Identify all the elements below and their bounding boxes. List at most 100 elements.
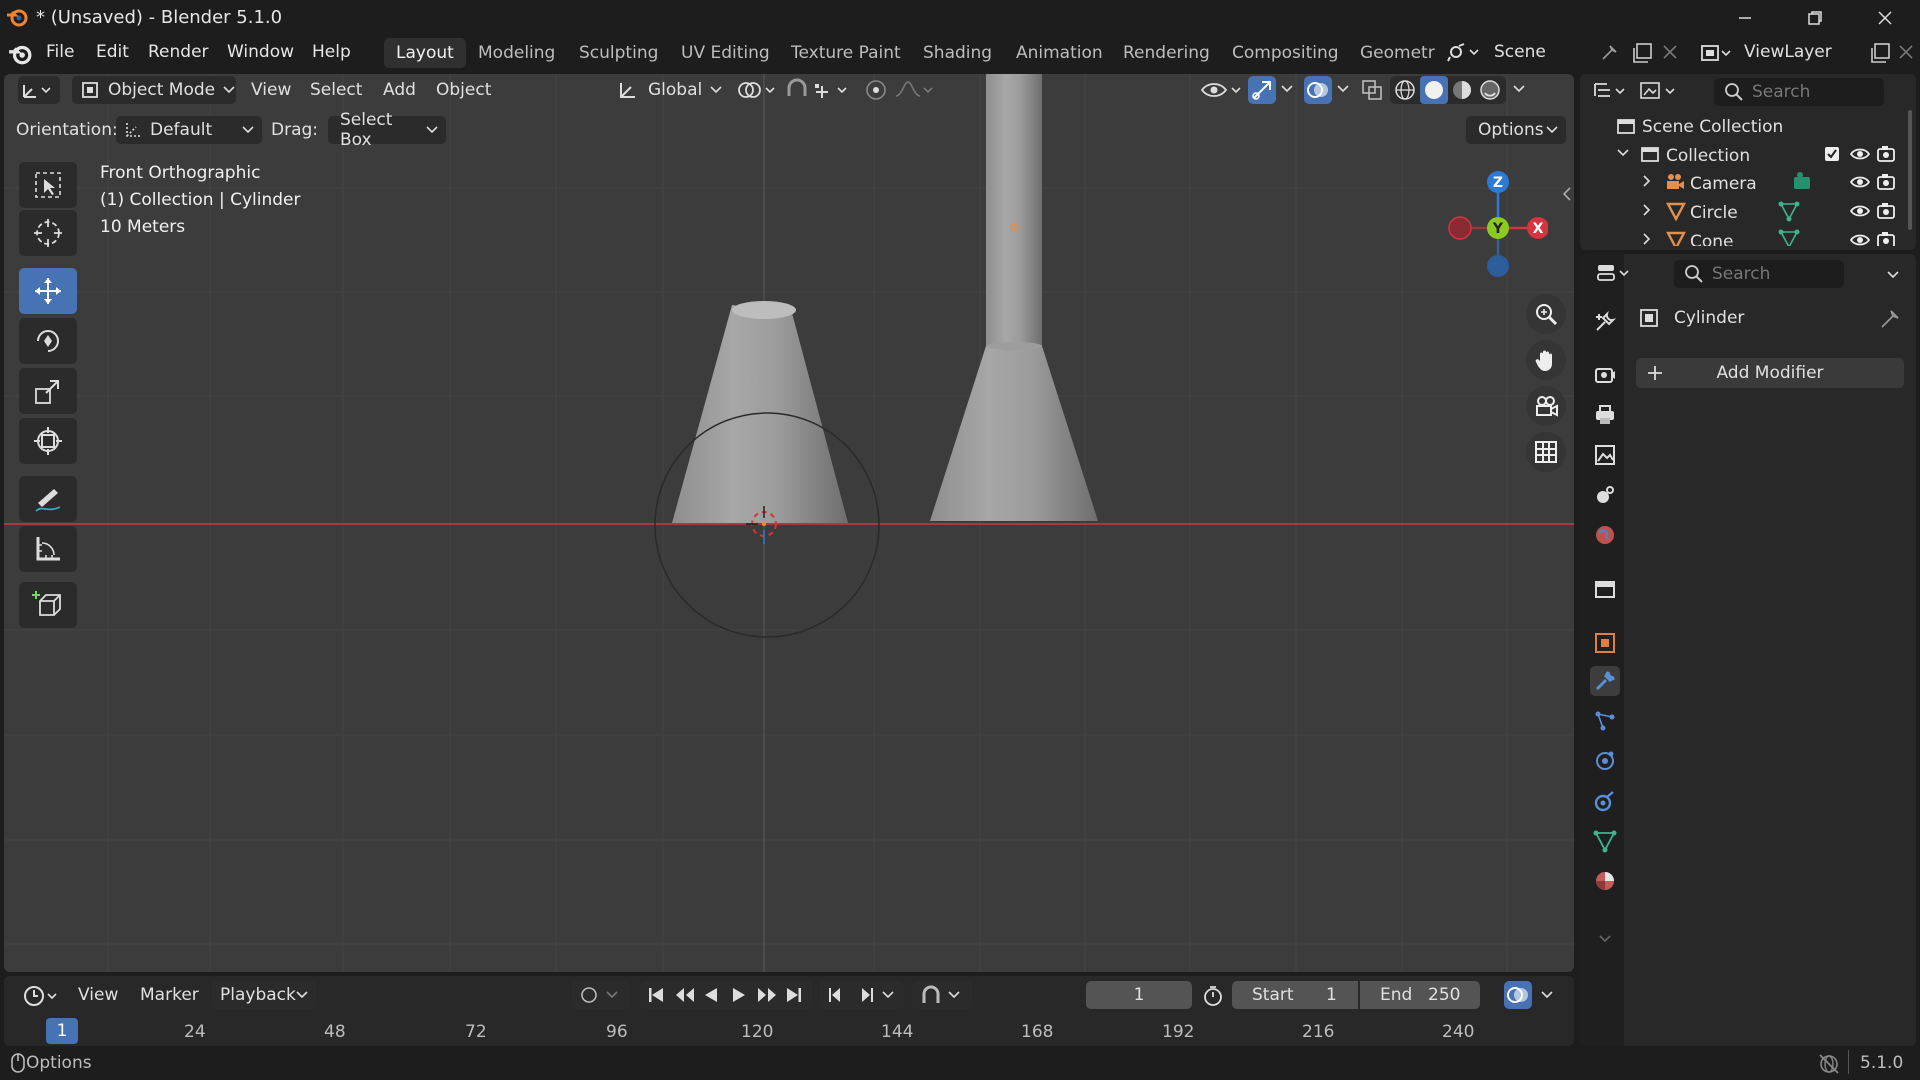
timeline-playback-dropdown[interactable]: Playback [212, 981, 316, 1009]
snap-target-icon[interactable] [812, 78, 852, 102]
render-camera-icon[interactable] [1876, 145, 1896, 163]
eye-icon[interactable] [1850, 174, 1870, 190]
jump-to-keyframe-back-icon[interactable] [674, 986, 696, 1004]
navigation-gizmo[interactable]: Z Y X [1438, 162, 1548, 282]
cone-stem[interactable] [986, 74, 1042, 346]
chevron-down-icon[interactable] [882, 990, 894, 1000]
outliner-scene-collection[interactable]: Scene Collection [1642, 117, 1783, 137]
view-layer-selector[interactable]: ViewLayer [1694, 38, 1916, 66]
viewport-menu-select[interactable]: Select [310, 80, 362, 100]
chevron-down-icon[interactable] [1336, 82, 1350, 96]
play-icon[interactable] [730, 986, 748, 1004]
minimize-button[interactable] [1710, 0, 1780, 35]
constraints-tab[interactable] [1590, 786, 1620, 816]
scale-tool[interactable] [19, 368, 77, 414]
render-camera-icon[interactable] [1876, 202, 1896, 220]
timeline-overlay-button[interactable] [1504, 981, 1532, 1009]
auto-key-snap[interactable] [912, 981, 972, 1009]
output-tab[interactable] [1590, 400, 1620, 430]
select-box-tool[interactable] [19, 162, 77, 208]
play-reverse-icon[interactable] [702, 986, 720, 1004]
chevron-right-icon[interactable] [1640, 174, 1654, 188]
chevron-down-icon[interactable] [1886, 268, 1900, 282]
render-camera-icon[interactable] [1876, 173, 1896, 191]
workspace-tab-modeling[interactable]: Modeling [466, 38, 567, 68]
menu-file[interactable]: File [46, 42, 74, 62]
workspace-tab-animation[interactable]: Animation [1004, 38, 1115, 68]
more-tabs-toggle[interactable] [1590, 924, 1620, 954]
workspace-tab-shading[interactable]: Shading [911, 38, 1004, 68]
eye-icon[interactable] [1850, 146, 1870, 162]
3d-viewport[interactable]: Object Mode View Select Add Object Globa… [4, 74, 1574, 972]
chevron-down-icon[interactable] [1280, 82, 1294, 96]
chevron-down-icon[interactable] [1540, 988, 1554, 1002]
particles-tab[interactable] [1590, 706, 1620, 736]
outliner-collection[interactable]: Collection [1666, 146, 1750, 166]
outliner-item-circle[interactable]: Circle [1690, 203, 1738, 223]
outliner-editor-type-icon[interactable] [1592, 80, 1632, 102]
pivot-point-icon[interactable] [736, 78, 780, 102]
physics-tab[interactable] [1590, 746, 1620, 776]
properties-search-field[interactable]: Search [1674, 260, 1844, 288]
new-scene-icon[interactable] [1632, 42, 1654, 64]
sidebar-toggle-arrow-icon[interactable] [1562, 186, 1572, 202]
outliner-item-camera[interactable]: Camera [1690, 174, 1757, 194]
viewport-menu-view[interactable]: View [251, 80, 291, 100]
stopwatch-icon[interactable] [1202, 985, 1224, 1007]
timeline-editor-type-icon[interactable] [22, 984, 62, 1008]
menu-render[interactable]: Render [148, 42, 209, 62]
camera-view-button[interactable] [1526, 386, 1566, 426]
chevron-right-icon[interactable] [1640, 232, 1654, 246]
scene-tab[interactable] [1590, 480, 1620, 510]
measure-tool[interactable] [19, 526, 77, 572]
pin-icon[interactable] [1880, 307, 1902, 329]
add-cube-tool[interactable] [19, 582, 77, 628]
chevron-down-icon[interactable] [1512, 82, 1526, 96]
display-mode-icon[interactable] [1638, 80, 1682, 102]
eye-icon[interactable] [1850, 232, 1870, 246]
restore-button[interactable] [1780, 0, 1850, 35]
outliner-item-cone[interactable]: Cone [1690, 232, 1734, 246]
workspace-tab-rendering[interactable]: Rendering [1111, 38, 1222, 68]
eye-icon[interactable] [1850, 203, 1870, 219]
cylinder-object[interactable] [672, 305, 848, 523]
new-view-layer-icon[interactable] [1870, 42, 1892, 64]
solid-shading-icon[interactable] [1420, 76, 1448, 104]
xray-toggle-icon[interactable] [1360, 78, 1384, 102]
overlay-toggle-button[interactable] [1304, 76, 1332, 104]
start-frame-field[interactable]: Start 1 [1232, 981, 1358, 1009]
outliner-scrollbar[interactable] [1908, 110, 1912, 230]
move-tool[interactable] [19, 268, 77, 314]
data-tab[interactable] [1590, 826, 1620, 856]
editor-type-button[interactable] [18, 76, 60, 104]
annotate-tool[interactable] [19, 476, 77, 522]
snap-icon[interactable] [784, 78, 810, 102]
proportional-editing-icon[interactable] [864, 78, 888, 102]
delete-view-layer-icon[interactable] [1898, 44, 1914, 60]
next-keyframe-icon[interactable] [854, 986, 876, 1004]
cursor-tool[interactable] [19, 210, 77, 256]
view-layer-tab[interactable] [1590, 440, 1620, 470]
menu-edit[interactable]: Edit [96, 42, 129, 62]
delete-scene-icon[interactable] [1662, 44, 1678, 60]
orientation-setting-dropdown[interactable]: Default [116, 116, 262, 144]
material-tab[interactable] [1590, 866, 1620, 896]
modifier-tab[interactable] [1590, 666, 1620, 696]
properties-editor-type-icon[interactable] [1596, 262, 1636, 284]
previous-keyframe-icon[interactable] [826, 986, 848, 1004]
jump-to-keyframe-forward-icon[interactable] [756, 986, 778, 1004]
playhead[interactable]: 1 [46, 1018, 78, 1044]
menu-window[interactable]: Window [227, 42, 294, 62]
timeline-menu-view[interactable]: View [78, 985, 118, 1005]
viewport-menu-add[interactable]: Add [383, 80, 416, 100]
wireframe-shading-icon[interactable] [1393, 78, 1417, 102]
cone-object[interactable] [930, 346, 1098, 521]
falloff-icon[interactable] [894, 78, 934, 102]
world-tab[interactable] [1590, 520, 1620, 550]
add-modifier-button[interactable]: Add Modifier [1636, 358, 1904, 388]
end-frame-field[interactable]: End 250 [1360, 981, 1480, 1009]
chevron-right-icon[interactable] [1640, 203, 1654, 217]
workspace-tab-layout[interactable]: Layout [384, 38, 466, 68]
zoom-button[interactable] [1526, 294, 1566, 334]
object-tab[interactable] [1590, 628, 1620, 658]
